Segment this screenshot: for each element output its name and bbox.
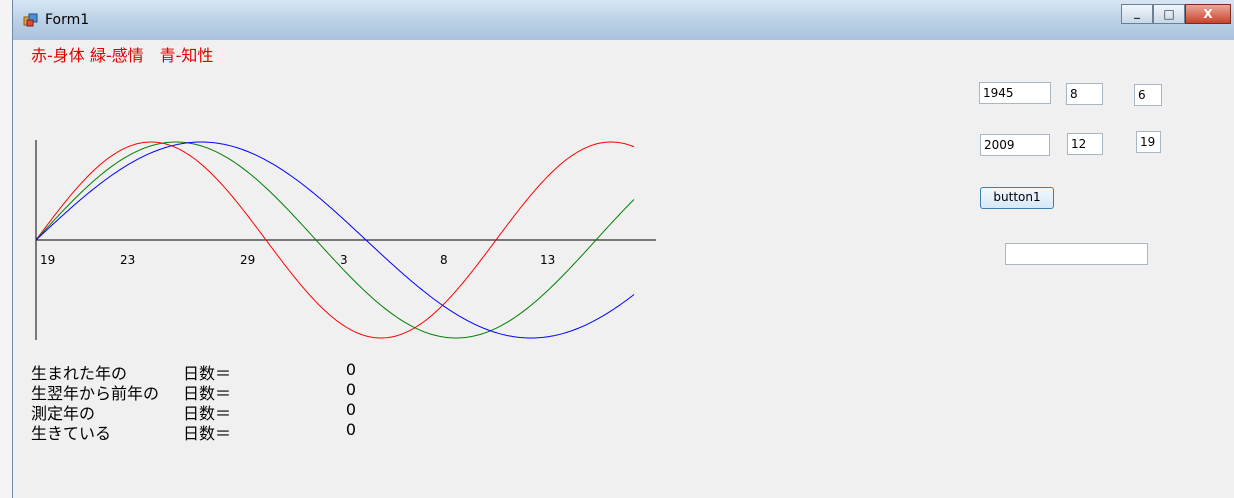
result-input[interactable] bbox=[1005, 243, 1148, 265]
maximize-button[interactable]: □ bbox=[1153, 4, 1185, 24]
x-tick-label: 3 bbox=[340, 253, 348, 267]
measure-day-input[interactable] bbox=[1136, 131, 1161, 153]
minimize-icon: _ bbox=[1134, 5, 1140, 19]
app-icon bbox=[23, 13, 38, 27]
close-icon: X bbox=[1203, 7, 1213, 21]
birth-year-input[interactable] bbox=[979, 82, 1051, 104]
info-value: 0 bbox=[345, 400, 357, 419]
maximize-icon: □ bbox=[1163, 7, 1175, 21]
measure-month-input[interactable] bbox=[1067, 133, 1103, 155]
title-bar[interactable]: Form1 _ □ X bbox=[13, 0, 1234, 40]
info-value: 0 bbox=[345, 360, 357, 379]
info-value: 0 bbox=[345, 420, 357, 439]
birth-day-input[interactable] bbox=[1134, 84, 1162, 106]
close-button[interactable]: X bbox=[1185, 4, 1231, 24]
x-tick-label: 29 bbox=[240, 253, 255, 267]
x-tick-label: 19 bbox=[40, 253, 55, 267]
birth-month-input[interactable] bbox=[1066, 83, 1103, 105]
legend-label: 赤-身体 緑-感情 青-知性 bbox=[31, 46, 214, 65]
x-tick-label: 13 bbox=[540, 253, 555, 267]
measure-year-input[interactable] bbox=[980, 134, 1050, 156]
info-label: 生きている bbox=[31, 424, 112, 443]
button1[interactable]: button1 bbox=[980, 187, 1054, 209]
info-value: 0 bbox=[345, 380, 357, 399]
x-tick-label: 8 bbox=[440, 253, 448, 267]
info-days-label: 日数＝ bbox=[183, 424, 232, 443]
form-client-area: 赤-身体 緑-感情 青-知性 1923293813 button1 生まれた年の… bbox=[13, 40, 1234, 498]
x-tick-label: 23 bbox=[120, 253, 135, 267]
biorhythm-chart: 19 23 29 3 8 13 bbox=[35, 140, 656, 340]
minimize-button[interactable]: _ bbox=[1121, 4, 1153, 24]
window-title: Form1 bbox=[45, 12, 90, 28]
form1-window: Form1 _ □ X 赤-身体 緑-感情 青-知性 19 23 29 3 8 13 bu… bbox=[12, 0, 1234, 498]
